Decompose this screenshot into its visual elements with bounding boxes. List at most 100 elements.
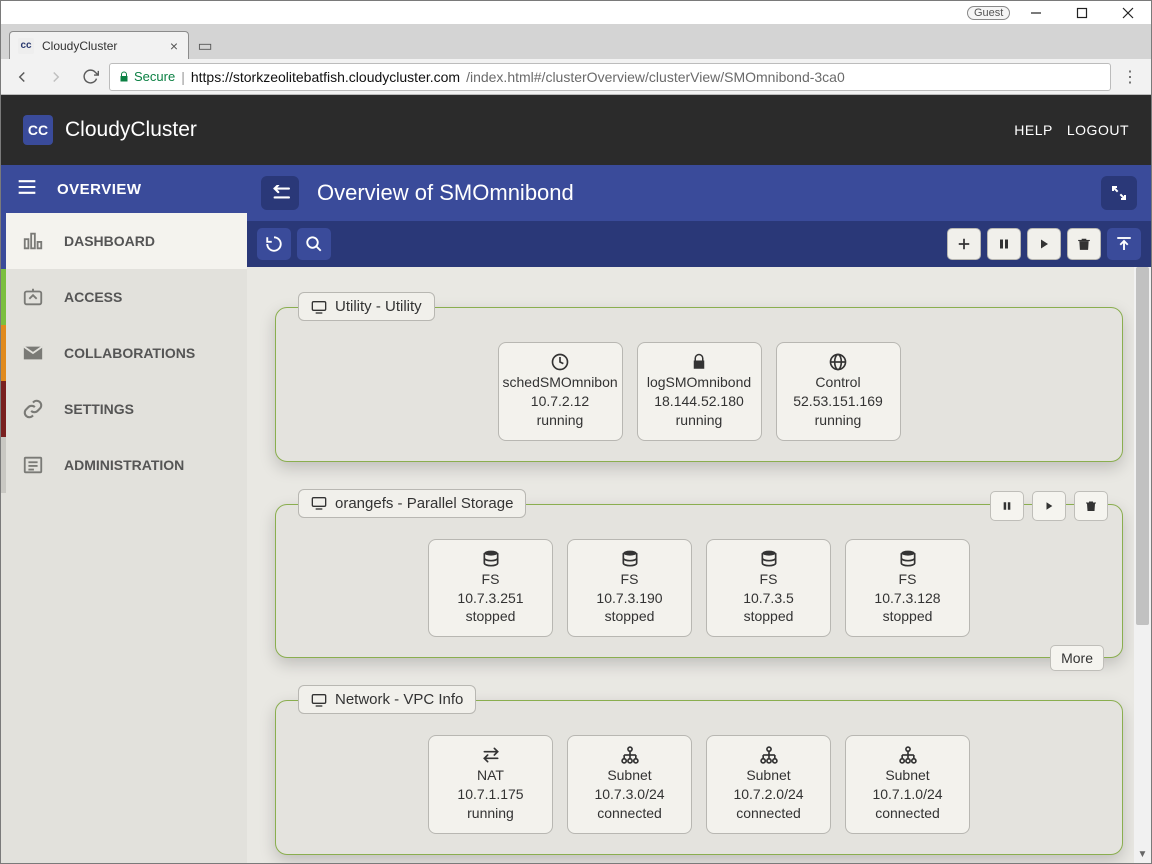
sidebar-item-collaborations[interactable]: COLLABORATIONS: [1, 325, 247, 381]
node-name: FS: [572, 570, 687, 589]
os-close-button[interactable]: [1105, 1, 1151, 25]
app-viewport: CC CloudyCluster HELP LOGOUT OVERVIEW: [1, 95, 1151, 863]
node-card[interactable]: Subnet10.7.3.0/24connected: [567, 735, 692, 834]
nav-forward-button[interactable]: [41, 62, 71, 92]
node-card[interactable]: FS10.7.3.251stopped: [428, 539, 553, 638]
node-state: running: [642, 411, 757, 430]
node-name: Subnet: [572, 766, 687, 785]
brand[interactable]: CC CloudyCluster: [23, 115, 197, 145]
node-state: connected: [572, 804, 687, 823]
globe-icon: [781, 351, 896, 373]
node-card[interactable]: Subnet10.7.2.0/24connected: [706, 735, 831, 834]
browser-tab[interactable]: cc CloudyCluster ×: [9, 31, 189, 59]
node-ip: 10.7.3.190: [572, 589, 687, 608]
os-guest-badge: Guest: [967, 6, 1010, 20]
sidebar-overview-label: OVERVIEW: [57, 181, 142, 198]
node-ip: 10.7.3.0/24: [572, 785, 687, 804]
hamburger-icon: [17, 179, 37, 199]
node-ip: 52.53.151.169: [781, 392, 896, 411]
sidebar-item-administration[interactable]: ADMINISTRATION: [1, 437, 247, 493]
subnet-icon: [711, 744, 826, 766]
access-icon: [22, 286, 44, 308]
lock-icon: [642, 351, 757, 373]
delete-button[interactable]: [1067, 228, 1101, 260]
sidebar-item-dashboard[interactable]: DASHBOARD: [1, 213, 247, 269]
sidebar-item-label: SETTINGS: [64, 401, 134, 417]
node-state: stopped: [850, 607, 965, 626]
sidebar-item-settings[interactable]: SETTINGS: [1, 381, 247, 437]
node-card[interactable]: Control52.53.151.169running: [776, 342, 901, 441]
node-state: stopped: [433, 607, 548, 626]
os-maximize-button[interactable]: [1059, 1, 1105, 25]
nav-reload-button[interactable]: [75, 62, 105, 92]
play-button[interactable]: [1027, 228, 1061, 260]
monitor-icon: [311, 300, 327, 314]
node-name: schedSMOmnibond: [503, 373, 618, 392]
tab-close-icon[interactable]: ×: [170, 39, 178, 53]
sidebar-item-label: ADMINISTRATION: [64, 457, 184, 473]
group-pause-button[interactable]: [990, 491, 1024, 521]
clock-icon: [503, 351, 618, 373]
node-card[interactable]: schedSMOmnibond10.7.2.12running: [498, 342, 623, 441]
refresh-button[interactable]: [257, 228, 291, 260]
app-header: CC CloudyCluster HELP LOGOUT: [1, 95, 1151, 165]
node-card[interactable]: logSMOmnibond18.144.52.180running: [637, 342, 762, 441]
url-domain: https://storkzeolitebatfish.cloudycluste…: [191, 69, 460, 85]
node-state: running: [503, 411, 618, 430]
resource-group: Utility - UtilityschedSMOmnibond10.7.2.1…: [275, 307, 1123, 462]
nav-back-button[interactable]: [7, 62, 37, 92]
help-link[interactable]: HELP: [1014, 122, 1053, 138]
fullscreen-button[interactable]: [1101, 176, 1137, 210]
sidebar: OVERVIEW DASHBOARD ACCESS: [1, 165, 247, 863]
url-bar[interactable]: Secure | https://storkzeolitebatfish.clo…: [109, 63, 1111, 91]
new-tab-button[interactable]: ▭: [195, 37, 215, 55]
node-state: running: [781, 411, 896, 430]
group-play-button[interactable]: [1032, 491, 1066, 521]
monitor-icon: [311, 693, 327, 707]
scroll-thumb[interactable]: [1136, 267, 1149, 625]
browser-menu-button[interactable]: ⋮: [1115, 67, 1145, 87]
scrollbar[interactable]: ▲ ▼: [1134, 267, 1151, 863]
node-name: Subnet: [711, 766, 826, 785]
logout-link[interactable]: LOGOUT: [1067, 122, 1129, 138]
add-button[interactable]: [947, 228, 981, 260]
node-card[interactable]: Subnet10.7.1.0/24connected: [845, 735, 970, 834]
node-ip: 10.7.2.12: [503, 392, 618, 411]
node-state: stopped: [572, 607, 687, 626]
node-ip: 10.7.3.128: [850, 589, 965, 608]
os-minimize-button[interactable]: [1013, 1, 1059, 25]
node-card[interactable]: FS10.7.3.190stopped: [567, 539, 692, 638]
sidebar-overview[interactable]: OVERVIEW: [1, 165, 247, 213]
node-name: NAT: [433, 766, 548, 785]
group-label: Network - VPC Info: [298, 685, 476, 714]
node-card[interactable]: FS10.7.3.128stopped: [845, 539, 970, 638]
content-scroll-area[interactable]: Utility - UtilityschedSMOmnibond10.7.2.1…: [247, 267, 1151, 863]
sidebar-item-access[interactable]: ACCESS: [1, 269, 247, 325]
group-label: orangefs - Parallel Storage: [298, 489, 526, 518]
os-titlebar: Guest: [1, 1, 1151, 25]
more-button[interactable]: More: [1050, 645, 1104, 671]
node-card[interactable]: NAT10.7.1.175running: [428, 735, 553, 834]
db-icon: [711, 548, 826, 570]
node-name: FS: [433, 570, 548, 589]
brand-logo-icon: CC: [23, 115, 53, 145]
main-panel: Overview of SMOmnibond: [247, 165, 1151, 863]
node-card[interactable]: FS10.7.3.5stopped: [706, 539, 831, 638]
node-ip: 10.7.3.5: [711, 589, 826, 608]
node-ip: 10.7.2.0/24: [711, 785, 826, 804]
back-button[interactable]: [261, 176, 299, 210]
sidebar-item-label: DASHBOARD: [64, 233, 155, 249]
sidebar-item-label: ACCESS: [64, 289, 122, 305]
pause-button[interactable]: [987, 228, 1021, 260]
node-name: Control: [781, 373, 896, 392]
browser-toolbar: Secure | https://storkzeolitebatfish.clo…: [1, 59, 1151, 95]
tab-title: CloudyCluster: [42, 39, 117, 53]
scroll-down-icon[interactable]: ▼: [1134, 846, 1151, 863]
browser-tabstrip: cc CloudyCluster × ▭: [1, 25, 1151, 59]
upload-button[interactable]: [1107, 228, 1141, 260]
group-trash-button[interactable]: [1074, 491, 1108, 521]
link-icon: [22, 398, 44, 420]
secure-indicator: Secure: [118, 69, 175, 84]
node-state: running: [433, 804, 548, 823]
search-button[interactable]: [297, 228, 331, 260]
